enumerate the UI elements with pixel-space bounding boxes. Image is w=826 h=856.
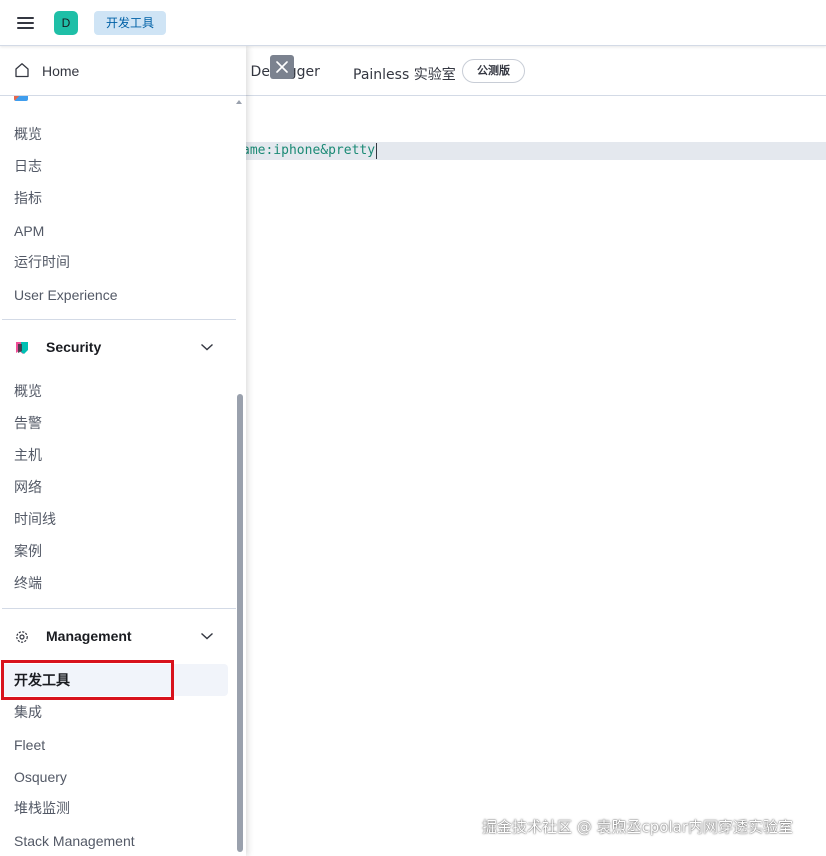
nav-observability-metrics[interactable]: 指标 [14,190,42,208]
scroll-up-arrow-icon[interactable] [235,98,243,106]
hamburger-menu-icon[interactable] [16,14,36,32]
annotation-red-box [1,660,174,700]
nav-security-endpoints[interactable]: 终端 [14,575,42,593]
watermark: 掘金技术社区 @ 袁煦丞cpolar内网穿透实验室 [482,818,794,836]
nav-divider [2,608,236,609]
nav-home-label: Home [42,63,80,79]
nav-management-integrations[interactable]: 集成 [14,704,42,722]
breadcrumb-devtools[interactable]: 开发工具 [94,11,167,35]
nav-security-cases[interactable]: 案例 [14,543,42,561]
nav-observability-uptime[interactable]: 运行时间 [14,254,70,272]
nav-observability-overview[interactable]: 概览 [14,126,42,144]
nav-group-security[interactable]: Security [0,336,236,360]
chevron-down-icon [201,632,213,640]
nav-security-network[interactable]: 网络 [14,479,42,497]
close-nav-button[interactable] [270,55,294,79]
nav-security-overview[interactable]: 概览 [14,383,42,401]
tab-painless-lab[interactable]: Painless 实验室 [353,64,456,84]
editor-cursor [376,143,377,159]
nav-group-security-title: Security [46,339,102,355]
nav-security-alerts[interactable]: 告警 [14,415,42,433]
nav-management-fleet[interactable]: Fleet [14,736,45,754]
nav-security-timelines[interactable]: 时间线 [14,511,56,529]
console-request-text[interactable]: ame:iphone&pretty [242,143,375,159]
nav-divider [2,319,236,320]
side-nav-scrollbar[interactable] [237,394,243,852]
beta-badge: 公测版 [462,59,525,83]
close-icon [276,61,288,73]
nav-observability-user-experience[interactable]: User Experience [14,286,118,304]
security-shield-icon [16,342,28,354]
gear-icon [16,631,28,643]
nav-group-management-title: Management [46,628,132,644]
nav-management-stack-management[interactable]: Stack Management [14,832,135,850]
nav-security-hosts[interactable]: 主机 [14,447,42,465]
nav-management-stack-monitoring[interactable]: 堆栈监测 [14,800,70,818]
nav-group-management[interactable]: Management [0,625,236,649]
home-icon [15,63,29,78]
chevron-down-icon [201,343,213,351]
nav-observability-apm[interactable]: APM [14,222,44,240]
space-avatar[interactable]: D [54,11,78,35]
nav-home[interactable]: Home [0,46,246,96]
top-header: D 开发工具 [0,0,826,46]
side-nav: Home 概览 日志 指标 APM 运行时间 User Experience S… [0,46,246,856]
nav-observability-logs[interactable]: 日志 [14,158,42,176]
nav-management-osquery[interactable]: Osquery [14,768,67,786]
